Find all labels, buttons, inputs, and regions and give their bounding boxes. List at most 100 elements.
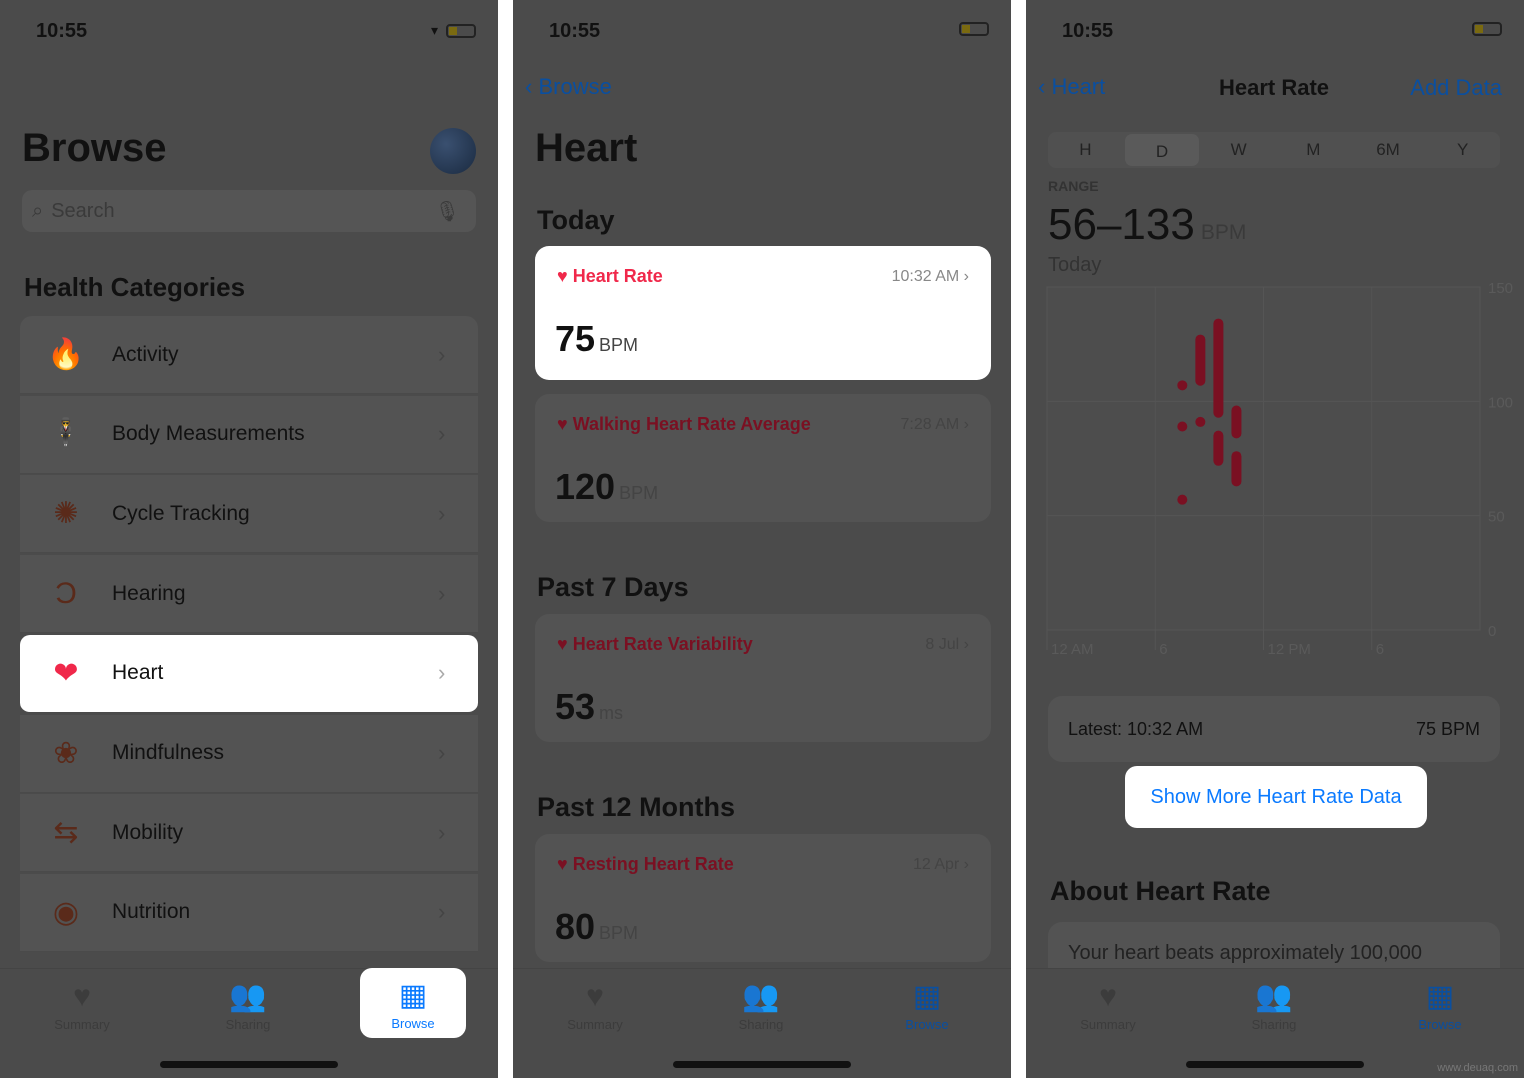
tab-label: Summary <box>1080 1017 1136 1032</box>
about-text: Your heart beats approximately 100,000 <box>1068 942 1422 964</box>
segment-m[interactable]: M <box>1276 132 1351 168</box>
tab-bar: ♥ Summary 👥 Sharing ▦ Browse <box>0 968 498 1078</box>
show-more-button[interactable]: Show More Heart Rate Data <box>1125 766 1427 828</box>
category-label: Activity <box>112 342 179 366</box>
segment-d[interactable]: D <box>1124 134 1200 166</box>
section-today: Today <box>537 205 615 235</box>
tab-summary[interactable]: ♥ Summary <box>543 977 647 1045</box>
heart-rate-chart[interactable]: 12 AM 6 12 PM 6 150 100 50 0 <box>1026 270 1524 670</box>
heart-icon: ❤ <box>53 656 79 690</box>
tab-sharing[interactable]: 👥 Sharing <box>709 977 813 1045</box>
latest-reading[interactable]: Latest: 10:32 AM 75 BPM <box>1048 696 1500 762</box>
back-label: Browse <box>538 74 612 99</box>
card-value: 120 <box>555 466 616 507</box>
latest-value: 75 BPM <box>1415 719 1480 739</box>
nav-title: Heart Rate <box>1219 75 1330 100</box>
chevron-left-icon: ‹ <box>1038 74 1052 99</box>
status-time: 10:55 <box>36 20 88 42</box>
range-unit: BPM <box>1200 221 1247 244</box>
category-label: Hearing <box>112 581 186 605</box>
tab-bar: ♥ Summary 👥 Sharing ▦ Browse <box>513 968 1011 1078</box>
back-button[interactable]: ‹ Heart <box>1038 74 1105 100</box>
search-input[interactable]: ⌕ Search 🎙 <box>22 190 476 232</box>
grid-icon: ▦ <box>912 980 942 1013</box>
category-mobility[interactable]: ⇆ Mobility › <box>20 794 478 873</box>
tab-browse[interactable]: ▦ Browse <box>360 968 466 1038</box>
back-label: Heart <box>1051 74 1106 99</box>
hrv-card[interactable]: ♥ Heart Rate Variability 8 Jul › 53 ms <box>535 614 991 742</box>
category-cycle-tracking[interactable]: ✺ Cycle Tracking › <box>20 475 478 554</box>
y-tick-label: 100 <box>1488 394 1513 411</box>
chevron-right-icon: › <box>438 819 446 845</box>
card-title: Resting Heart Rate <box>572 854 734 874</box>
arrows-icon: ⇆ <box>53 816 79 850</box>
y-tick-label: 50 <box>1488 509 1505 526</box>
category-mindfulness[interactable]: ❀ Mindfulness › <box>20 714 478 793</box>
search-placeholder: Search <box>51 199 115 222</box>
section-past-7-days: Past 7 Days <box>537 572 689 602</box>
segment-y[interactable]: Y <box>1425 132 1500 168</box>
heart-icon: ♥ <box>586 980 604 1013</box>
section-title: Health Categories <box>24 272 246 302</box>
flame-icon: 🔥 <box>47 338 85 371</box>
status-icons: ▾ <box>431 22 476 39</box>
category-label: Cycle Tracking <box>112 501 250 525</box>
tab-label: Summary <box>54 1017 110 1032</box>
grid-icon: ▦ <box>398 979 428 1012</box>
card-title: Heart Rate Variability <box>572 634 753 654</box>
tab-label: Browse <box>391 1016 435 1031</box>
card-time: 10:32 AM <box>891 268 960 285</box>
y-tick-label: 0 <box>1488 623 1496 640</box>
category-label: Body Measurements <box>112 422 305 446</box>
segment-w[interactable]: W <box>1201 132 1276 168</box>
heart-rate-bar <box>1231 451 1242 487</box>
resting-heart-rate-card[interactable]: ♥ Resting Heart Rate 12 Apr › 80 BPM <box>535 834 991 962</box>
tab-sharing[interactable]: 👥 Sharing <box>1222 977 1326 1045</box>
tab-browse[interactable]: ▦ Browse <box>875 977 979 1045</box>
category-heart[interactable]: ❤ Heart › <box>20 634 478 713</box>
category-nutrition[interactable]: ◉ Nutrition › <box>20 873 478 952</box>
segment-6m[interactable]: 6M <box>1351 132 1426 168</box>
tab-label: Browse <box>1418 1017 1462 1032</box>
battery-icon <box>446 23 476 38</box>
page-title: Heart <box>535 126 638 170</box>
tab-label: Sharing <box>738 1017 784 1032</box>
walking-heart-rate-card[interactable]: ♥ Walking Heart Rate Average 7:28 AM › 1… <box>535 394 991 522</box>
heart-icon: ♥ <box>557 634 573 654</box>
segment-h[interactable]: H <box>1048 132 1123 168</box>
heart-rate-bar <box>1177 494 1188 505</box>
watermark: www.deuaq.com <box>1437 1062 1518 1074</box>
chevron-right-icon: › <box>438 341 446 367</box>
chevron-right-icon: › <box>438 660 446 686</box>
card-time: 8 Jul <box>925 636 960 653</box>
tab-sharing[interactable]: 👥 Sharing <box>196 977 300 1045</box>
heart-rate-bar <box>1177 380 1188 391</box>
heart-icon: ♥ <box>73 980 91 1013</box>
figure-icon: 🕴 <box>47 417 85 451</box>
back-button[interactable]: ‹ Browse <box>525 74 612 100</box>
microphone-icon[interactable]: 🎙 <box>435 199 460 224</box>
grid-icon: ▦ <box>1425 980 1455 1013</box>
add-data-button[interactable]: Add Data <box>1410 75 1502 101</box>
heart-icon: ♥ <box>557 854 573 874</box>
category-hearing[interactable]: Ɔ Hearing › <box>20 555 478 634</box>
card-title: Heart Rate <box>572 266 663 286</box>
ear-icon: Ɔ <box>55 576 77 610</box>
category-activity[interactable]: 🔥 Activity › <box>20 316 478 394</box>
category-body-measurements[interactable]: 🕴 Body Measurements › <box>20 395 478 474</box>
card-unit: BPM <box>599 923 639 943</box>
battery-icon <box>1472 22 1502 36</box>
tab-summary[interactable]: ♥ Summary <box>30 977 134 1045</box>
browse-screen: 10:55 ▾ Browse ⌕ Search 🎙 Health Categori… <box>0 0 498 1078</box>
tab-summary[interactable]: ♥ Summary <box>1056 977 1160 1045</box>
heart-rate-bar <box>1231 405 1242 439</box>
tab-browse[interactable]: ▦ Browse <box>1388 977 1492 1045</box>
section-past-12-months: Past 12 Months <box>537 792 736 822</box>
range-value: 56–133 BPM <box>1048 200 1246 250</box>
heart-rate-card[interactable]: ♥ Heart Rate 10:32 AM › 75 BPM <box>535 246 991 380</box>
page-title: Browse <box>22 126 167 170</box>
avatar[interactable] <box>430 128 476 174</box>
about-title: About Heart Rate <box>1050 876 1271 906</box>
tab-label: Sharing <box>225 1017 271 1032</box>
battery-icon <box>959 22 989 36</box>
